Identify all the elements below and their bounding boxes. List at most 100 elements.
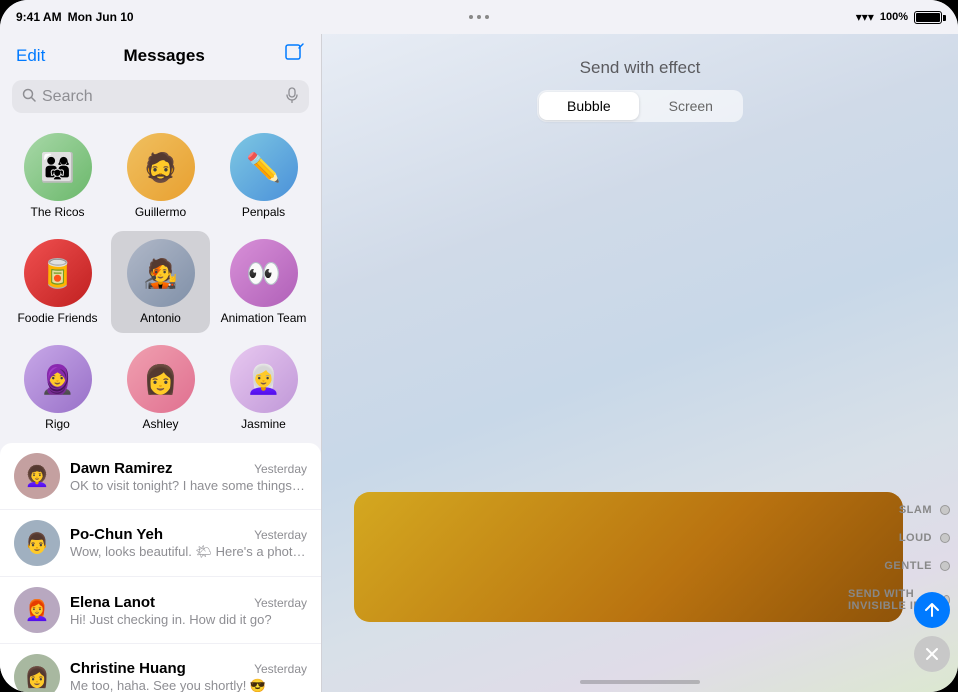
conv-info-dawn: Dawn Ramirez Yesterday OK to visit tonig…	[70, 460, 307, 493]
conv-item-pochun[interactable]: 👨 Po-Chun Yeh Yesterday Wow, looks beaut…	[0, 510, 321, 577]
pinned-label-guillermo: Guillermo	[135, 205, 186, 219]
avatar-foodie: 🥫	[24, 239, 92, 307]
pinned-item-guillermo[interactable]: 🧔 Guillermo	[111, 125, 210, 227]
status-time: 9:41 AM	[16, 10, 62, 24]
pinned-label-jasmine: Jasmine	[241, 417, 286, 431]
avatar-pochun: 👨	[14, 520, 60, 566]
status-bar-right: ▾▾▾ 100%	[856, 10, 942, 24]
conv-info-pochun: Po-Chun Yeh Yesterday Wow, looks beautif…	[70, 526, 307, 560]
dot-1	[469, 15, 473, 19]
tab-screen[interactable]: Screen	[641, 92, 741, 120]
pinned-item-jasmine[interactable]: 👩‍🦳 Jasmine	[214, 337, 313, 439]
conv-top-christine: Christine Huang Yesterday	[70, 660, 307, 677]
effect-option-slam[interactable]: SLAM	[848, 504, 958, 516]
mic-icon[interactable]	[285, 87, 299, 106]
pinned-contacts-grid: 👨‍👩‍👧 The Ricos 🧔 Guillermo ✏️ Penpals 🥫…	[0, 121, 321, 443]
pinned-item-penpals[interactable]: ✏️ Penpals	[214, 125, 313, 227]
conv-name-elena: Elena Lanot	[70, 594, 155, 611]
compose-button[interactable]	[283, 42, 305, 70]
pinned-label-ashley: Ashley	[142, 417, 178, 431]
conv-item-christine[interactable]: 👩 Christine Huang Yesterday Me too, haha…	[0, 644, 321, 692]
conv-name-dawn: Dawn Ramirez	[70, 460, 173, 477]
conv-info-christine: Christine Huang Yesterday Me too, haha. …	[70, 660, 307, 692]
avatar-dawn: 👩‍🦱	[14, 453, 60, 499]
pinned-item-ashley[interactable]: 👩 Ashley	[111, 337, 210, 439]
dot-3	[485, 15, 489, 19]
conv-time-pochun: Yesterday	[254, 528, 307, 542]
conv-top-dawn: Dawn Ramirez Yesterday	[70, 460, 307, 477]
battery-icon	[914, 11, 942, 24]
battery-percent: 100%	[880, 11, 908, 23]
main-layout: Edit Messages Search	[0, 34, 958, 692]
tab-bubble[interactable]: Bubble	[539, 92, 639, 120]
pinned-item-rigo[interactable]: 🧕 Rigo	[8, 337, 107, 439]
gentle-label: GENTLE	[884, 560, 932, 572]
avatar-christine: 👩	[14, 654, 60, 692]
conv-item-elena[interactable]: 👩‍🦰 Elena Lanot Yesterday Hi! Just check…	[0, 577, 321, 644]
sidebar-header: Edit Messages	[0, 34, 321, 76]
sidebar: Edit Messages Search	[0, 34, 322, 692]
effect-tabs: Bubble Screen	[537, 90, 743, 122]
status-bar-center	[469, 15, 489, 19]
conv-name-christine: Christine Huang	[70, 660, 186, 677]
bottom-right-buttons	[914, 592, 950, 672]
pinned-label-penpals: Penpals	[242, 205, 285, 219]
search-bar[interactable]: Search	[12, 80, 309, 113]
message-bubble-preview	[354, 492, 903, 622]
conv-preview-christine: Me too, haha. See you shortly! 😎	[70, 678, 307, 692]
avatar-ashley: 👩	[127, 345, 195, 413]
status-bar-left: 9:41 AM Mon Jun 10	[16, 10, 134, 24]
edit-button[interactable]: Edit	[16, 46, 45, 66]
avatar-guillermo: 🧔	[127, 133, 195, 201]
avatar-jasmine: 👩‍🦳	[230, 345, 298, 413]
cancel-button[interactable]	[914, 636, 950, 672]
home-bar	[580, 680, 700, 684]
effect-option-loud[interactable]: LOUD	[848, 532, 958, 544]
conv-name-pochun: Po-Chun Yeh	[70, 526, 163, 543]
pinned-label-foodie: Foodie Friends	[17, 311, 97, 325]
status-date: Mon Jun 10	[68, 10, 134, 24]
conv-time-elena: Yesterday	[254, 596, 307, 610]
battery-fill	[916, 13, 940, 22]
right-panel: Send with effect Bubble Screen SLAM LOUD…	[322, 34, 958, 692]
dot-2	[477, 15, 481, 19]
avatar-rigo: 🧕	[24, 345, 92, 413]
loud-label: LOUD	[899, 532, 932, 544]
conv-top-elena: Elena Lanot Yesterday	[70, 594, 307, 611]
pinned-item-foodie[interactable]: 🥫 Foodie Friends	[8, 231, 107, 333]
conv-preview-pochun: Wow, looks beautiful. 🌤 Here's a photo o…	[70, 544, 307, 560]
avatar-penpals: ✏️	[230, 133, 298, 201]
gentle-dot	[940, 561, 950, 571]
compose-icon	[283, 42, 305, 64]
send-button[interactable]	[914, 592, 950, 628]
pinned-item-ricos[interactable]: 👨‍👩‍👧 The Ricos	[8, 125, 107, 227]
pinned-label-ricos: The Ricos	[30, 205, 84, 219]
conv-preview-elena: Hi! Just checking in. How did it go?	[70, 612, 307, 627]
avatar-animation: 👀	[230, 239, 298, 307]
pinned-item-antonio[interactable]: 🧑‍🎤 Antonio	[111, 231, 210, 333]
pinned-item-animation[interactable]: 👀 Animation Team	[214, 231, 313, 333]
conv-info-elena: Elena Lanot Yesterday Hi! Just checking …	[70, 594, 307, 627]
effect-option-gentle[interactable]: GENTLE	[848, 560, 958, 572]
wifi-icon: ▾▾▾	[856, 10, 874, 24]
conv-item-dawn[interactable]: 👩‍🦱 Dawn Ramirez Yesterday OK to visit t…	[0, 443, 321, 510]
pinned-label-animation: Animation Team	[221, 311, 307, 325]
conv-preview-dawn: OK to visit tonight? I have some things …	[70, 478, 307, 493]
conv-time-dawn: Yesterday	[254, 462, 307, 476]
conversation-list: 👩‍🦱 Dawn Ramirez Yesterday OK to visit t…	[0, 443, 321, 692]
device-frame: 9:41 AM Mon Jun 10 ▾▾▾ 100% Edit Message…	[0, 0, 958, 692]
avatar-elena: 👩‍🦰	[14, 587, 60, 633]
status-bar: 9:41 AM Mon Jun 10 ▾▾▾ 100%	[0, 0, 958, 34]
conv-time-christine: Yesterday	[254, 662, 307, 676]
messages-title: Messages	[124, 46, 205, 66]
pinned-label-antonio: Antonio	[140, 311, 181, 325]
slam-label: SLAM	[899, 504, 932, 516]
search-icon	[22, 88, 36, 105]
avatar-antonio: 🧑‍🎤	[127, 239, 195, 307]
slam-dot	[940, 505, 950, 515]
loud-dot	[940, 533, 950, 543]
search-placeholder[interactable]: Search	[42, 88, 279, 106]
avatar-ricos: 👨‍👩‍👧	[24, 133, 92, 201]
pinned-label-rigo: Rigo	[45, 417, 70, 431]
conv-top-pochun: Po-Chun Yeh Yesterday	[70, 526, 307, 543]
